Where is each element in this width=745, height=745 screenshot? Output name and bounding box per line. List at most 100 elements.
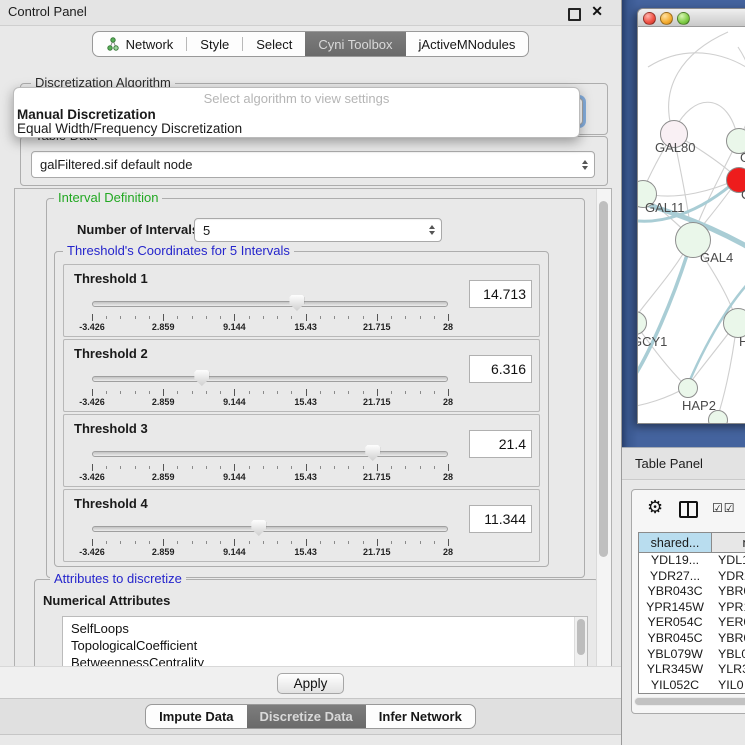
- tick-label: 15.43: [294, 322, 317, 332]
- apply-button[interactable]: Apply: [277, 673, 345, 694]
- number-of-intervals-label: Number of Intervals: [77, 222, 199, 237]
- table-row[interactable]: YPR145WYPR1: [639, 600, 745, 616]
- scrollbar-thumb[interactable]: [599, 201, 608, 557]
- minimize-window-icon[interactable]: [660, 12, 673, 25]
- columns-icon[interactable]: [679, 501, 698, 518]
- threshold-2-label: Threshold 2: [74, 346, 148, 361]
- threshold-3-slider[interactable]: [92, 445, 448, 462]
- tab-infer-network-label: Infer Network: [379, 709, 462, 724]
- column-header-name[interactable]: na: [712, 532, 745, 553]
- node-label-clipped-h: H: [739, 334, 745, 349]
- node-hap2[interactable]: [678, 378, 698, 398]
- cell: YPR145W: [639, 600, 711, 616]
- close-window-icon[interactable]: [643, 12, 656, 25]
- threshold-1-slider[interactable]: [92, 295, 448, 312]
- network-icon: [106, 37, 120, 51]
- table-row[interactable]: YLR345WYLR3: [639, 662, 745, 678]
- cell: YBL0: [711, 647, 745, 663]
- algorithm-placeholder-option[interactable]: Select algorithm to view settings: [14, 91, 579, 106]
- tab-jactivemnodules[interactable]: jActiveMNodules: [406, 32, 529, 56]
- tick-label: 2.859: [152, 397, 175, 407]
- tick-label: -3.426: [79, 472, 105, 482]
- threshold-3-value-field[interactable]: [469, 430, 532, 458]
- table-header-row: shared... na: [638, 532, 745, 553]
- slider-thumb[interactable]: [289, 295, 304, 311]
- list-item[interactable]: SelfLoops: [63, 617, 587, 637]
- tick-label: 9.144: [223, 397, 246, 407]
- slider-thumb[interactable]: [251, 520, 266, 536]
- tab-style-label: Style: [200, 37, 229, 52]
- table-row[interactable]: YBR045CYBR0: [639, 631, 745, 647]
- table-row[interactable]: YER054CYER0: [639, 615, 745, 631]
- node-label-clipped-ga: GA: [740, 150, 745, 165]
- cell: YLR3: [711, 662, 745, 678]
- slider-thumb[interactable]: [194, 370, 209, 386]
- tab-infer-network[interactable]: Infer Network: [366, 705, 475, 728]
- cell: YER0: [711, 615, 745, 631]
- cell: YBR0: [711, 584, 745, 600]
- top-tab-bar: Network Style Select Cyni Toolbox jActiv…: [0, 31, 621, 57]
- tick-label: 28: [443, 322, 453, 332]
- tick-label: 2.859: [152, 322, 175, 332]
- threshold-4-value-field[interactable]: [469, 505, 532, 533]
- numerical-attributes-list[interactable]: SelfLoops TopologicalCoefficient Between…: [62, 616, 588, 668]
- network-window-titlebar[interactable]: [638, 9, 745, 27]
- table-horizontal-scrollbar[interactable]: [634, 697, 745, 706]
- threshold-2-box: Threshold 2 -3.426 2.859 9.144 15.43 21.…: [63, 339, 540, 412]
- network-canvas[interactable]: GAL80 GA C GAL11 GAL4 GCY1 H HAP2: [638, 27, 745, 423]
- column-header-shared[interactable]: shared...: [638, 532, 712, 553]
- list-scrollbar[interactable]: [574, 617, 587, 668]
- threshold-1-label: Threshold 1: [74, 271, 148, 286]
- slider-thumb[interactable]: [365, 445, 380, 461]
- table-row[interactable]: YBL079WYBL0: [639, 647, 745, 663]
- tick-label: 15.43: [294, 472, 317, 482]
- tick-label: 9.144: [223, 322, 246, 332]
- node-label-gal11: GAL11: [645, 200, 685, 215]
- algorithm-option-equal-width[interactable]: Equal Width/Frequency Discretization: [17, 121, 576, 136]
- table-row[interactable]: YDR27...YDR2: [639, 569, 745, 585]
- threshold-2-value-field[interactable]: [469, 355, 532, 383]
- number-of-intervals-combobox[interactable]: 5: [194, 218, 442, 242]
- threshold-1-value-field[interactable]: [469, 280, 532, 308]
- tab-cyni-toolbox[interactable]: Cyni Toolbox: [305, 32, 405, 56]
- table-panel-title: Table Panel: [635, 456, 703, 471]
- threshold-4-label: Threshold 4: [74, 496, 148, 511]
- threshold-1-box: Threshold 1 -3.426 2.859 9.144 15.43 21.…: [63, 264, 540, 337]
- tab-network[interactable]: Network: [93, 32, 187, 56]
- cell: YBR043C: [639, 584, 711, 600]
- slider-ticks: [92, 314, 448, 321]
- network-window[interactable]: GAL80 GA C GAL11 GAL4 GCY1 H HAP2: [637, 8, 745, 424]
- gear-icon[interactable]: ⚙: [647, 498, 663, 516]
- slider-tick-labels: -3.426 2.859 9.144 15.43 21.715 28: [92, 397, 448, 407]
- close-icon[interactable]: ✕: [591, 3, 603, 20]
- threshold-3-label: Threshold 3: [74, 421, 148, 436]
- settings-scrollpane: Interval Definition Number of Intervals …: [14, 188, 612, 668]
- control-panel-title: Control Panel: [8, 4, 87, 19]
- tab-discretize-data[interactable]: Discretize Data: [247, 705, 366, 728]
- algorithm-option-manual[interactable]: Manual Discretization: [17, 107, 576, 122]
- table-data-combobox[interactable]: galFiltered.sif default node: [31, 151, 595, 178]
- cell: YIL0: [711, 678, 745, 694]
- table-row[interactable]: YBR043CYBR0: [639, 584, 745, 600]
- table-row[interactable]: YDL19...YDL1: [639, 553, 745, 569]
- slider-tick-labels: -3.426 2.859 9.144 15.43 21.715 28: [92, 547, 448, 557]
- tick-label: 21.715: [363, 322, 391, 332]
- threshold-4-slider[interactable]: [92, 520, 448, 537]
- settings-scrollbar[interactable]: [596, 189, 611, 667]
- cell: YDR2: [711, 569, 745, 585]
- select-checkboxes-icon[interactable]: ☑☑: [712, 501, 736, 515]
- slider-ticks: [92, 389, 448, 396]
- list-item[interactable]: TopologicalCoefficient: [63, 637, 587, 654]
- cell: YBL079W: [639, 647, 711, 663]
- slider-ticks: [92, 539, 448, 546]
- float-window-icon[interactable]: [568, 8, 581, 21]
- threshold-2-slider[interactable]: [92, 370, 448, 387]
- zoom-window-icon[interactable]: [677, 12, 690, 25]
- cell: YDR27...: [639, 569, 711, 585]
- tab-style[interactable]: Style: [187, 32, 242, 56]
- tab-select[interactable]: Select: [243, 32, 305, 56]
- slider-tick-labels: -3.426 2.859 9.144 15.43 21.715 28: [92, 322, 448, 332]
- cell: YIL052C: [639, 678, 711, 694]
- tab-impute-data[interactable]: Impute Data: [146, 705, 246, 728]
- table-row[interactable]: YIL052CYIL0: [639, 678, 745, 694]
